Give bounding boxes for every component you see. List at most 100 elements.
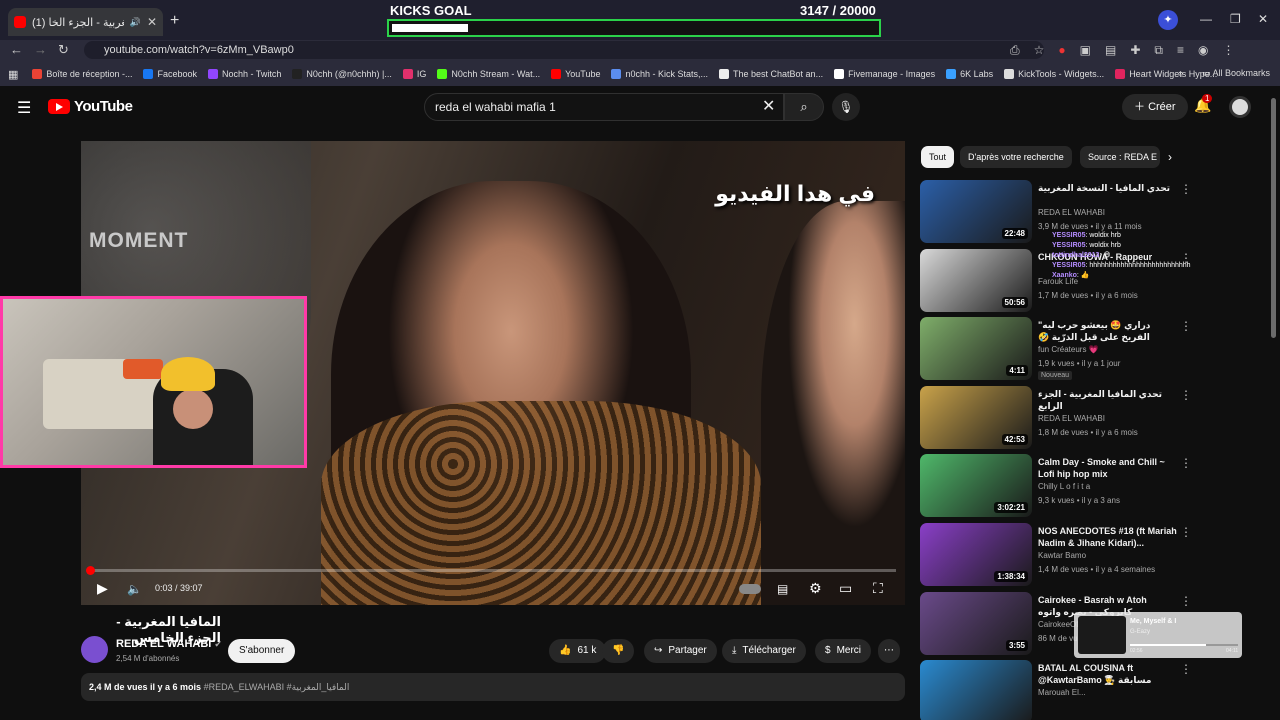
back-icon[interactable]: ← <box>10 42 23 57</box>
thanks-button[interactable]: $ Merci <box>815 639 872 663</box>
fullscreen-icon[interactable]: ⛶ <box>873 580 883 597</box>
more-options-icon[interactable]: ⋮ <box>1180 594 1192 608</box>
bookmark-item[interactable]: The best ChatBot an... <box>719 69 823 79</box>
recommended-video[interactable]: BATAL AL COUSINA ft @KawtarBamo 👨‍🍳 مساب… <box>920 660 1270 720</box>
url-field[interactable]: youtube.com/watch?v=6zMm_VBawp0 <box>84 41 1044 59</box>
account-avatar[interactable] <box>1229 96 1251 118</box>
video-thumbnail[interactable]: 4:11 <box>920 317 1032 381</box>
menu-icon[interactable]: ☰ <box>17 98 31 118</box>
close-tab-icon[interactable]: ✕ <box>147 15 157 29</box>
bookmark-item[interactable]: N0chh Stream - Wat... <box>437 69 540 79</box>
install-icon[interactable]: ⎙ <box>1010 43 1020 58</box>
recommended-video[interactable]: 3:02:21 Calm Day - Smoke and Chill ~ Lofi… <box>920 454 1270 518</box>
reload-icon[interactable]: ↻ <box>58 42 69 58</box>
filter-chip[interactable]: Source : REDA E <box>1080 146 1160 168</box>
subtitles-icon[interactable]: ▤ <box>777 582 788 596</box>
all-bookmarks[interactable]: » ▭ All Bookmarks <box>1178 68 1270 79</box>
puzzle-icon[interactable]: ✚ <box>1130 43 1140 58</box>
close-window-icon[interactable]: ✕ <box>1258 12 1268 26</box>
recommended-title[interactable]: تحدي المافيا المغربية - الجزء الرابع <box>1038 388 1178 412</box>
dislike-button[interactable]: 👎 <box>602 639 635 663</box>
bookmark-item[interactable]: IG <box>402 69 426 79</box>
settings-gear-icon[interactable]: ⚙ <box>809 580 822 597</box>
bookmark-item[interactable]: Boîte de réception -... <box>32 69 132 79</box>
filter-chip[interactable]: Tout <box>921 146 955 168</box>
forward-icon[interactable]: → <box>34 42 47 57</box>
video-thumbnail[interactable]: 1:38:34 <box>920 523 1032 586</box>
more-options-icon[interactable]: ⋮ <box>1180 182 1192 196</box>
video-thumbnail[interactable]: 42:53 <box>920 385 1032 449</box>
cast-icon[interactable]: ⧉ <box>1154 43 1163 58</box>
search-input[interactable]: reda el wahabi mafia 1 <box>424 93 784 121</box>
search-button[interactable]: ⌕ <box>784 93 824 121</box>
recommended-channel[interactable]: Chilly L o f i t a <box>1038 482 1090 491</box>
playlist-icon[interactable]: ≡ <box>1177 43 1184 58</box>
video-thumbnail[interactable]: 3:02:21 <box>920 454 1032 518</box>
bookmark-item[interactable]: Facebook <box>143 69 197 79</box>
menu-dots-icon[interactable]: ⋮ <box>1222 43 1234 58</box>
bookmark-item[interactable]: n0chh - Kick Stats,... <box>611 69 708 79</box>
video-thumbnail[interactable] <box>920 660 1032 720</box>
recommended-title[interactable]: "دراري 🤩 بيعشو حرب ليه الفريخ على قبل ال… <box>1038 319 1178 343</box>
apps-icon[interactable]: ▦ <box>8 68 18 81</box>
recommended-title[interactable]: تحدي المافيا - النسخة المغربية <box>1038 182 1178 194</box>
subscribe-button[interactable]: S'abonner <box>228 639 296 663</box>
video-thumbnail[interactable]: 3:55 <box>920 591 1032 655</box>
youtube-logo[interactable]: YouTube <box>48 98 133 115</box>
video-tags[interactable]: #REDA_ELWAHABI #المافيا_المغربية <box>204 682 350 692</box>
browser-tab[interactable]: (1) المافيا المغربية - الجزء الخا 🔊 ✕ <box>8 8 163 36</box>
recommended-channel[interactable]: REDA EL WAHABI <box>1038 414 1105 423</box>
bookmark-item[interactable]: Fivemanage - Images <box>834 69 935 79</box>
recommended-channel[interactable]: Kawtar Bamo <box>1038 551 1086 560</box>
channel-avatar[interactable] <box>81 636 108 663</box>
more-options-icon[interactable]: ⋮ <box>1180 388 1192 402</box>
extension-icon[interactable]: ▤ <box>1105 43 1116 58</box>
bookmark-star-icon[interactable]: ☆ <box>1034 43 1045 58</box>
recommended-channel[interactable]: fun Créateurs 💗 <box>1038 345 1099 354</box>
assistant-icon[interactable]: ✦ <box>1158 10 1178 30</box>
bookmark-item[interactable]: 6K Labs <box>946 69 993 79</box>
maximize-icon[interactable]: ❐ <box>1230 12 1241 26</box>
theater-mode-icon[interactable]: ▭ <box>839 580 852 597</box>
chips-next-chevron-icon[interactable]: › <box>1168 150 1172 164</box>
recommended-channel[interactable]: Marouah El... <box>1038 688 1086 697</box>
video-progress-bar[interactable] <box>90 569 896 572</box>
bookmark-item[interactable]: N0chh (@n0chhh) |... <box>292 69 392 79</box>
more-actions-button[interactable]: ⋯ <box>878 639 900 663</box>
recommended-title[interactable]: NOS ANECDOTES #18 (ft Mariah Nadim & Jih… <box>1038 525 1178 549</box>
play-icon[interactable]: ▶ <box>97 580 108 597</box>
scrubber-handle[interactable] <box>86 566 95 575</box>
autoplay-toggle[interactable] <box>739 584 761 594</box>
video-thumbnail[interactable]: 50:56 <box>920 248 1032 312</box>
filter-chip[interactable]: D'après votre recherche <box>960 146 1072 168</box>
like-button[interactable]: 👍 61 k <box>549 639 607 663</box>
new-tab-button[interactable]: + <box>170 12 179 30</box>
recommended-video[interactable]: 1:38:34 NOS ANECDOTES #18 (ft Mariah Nadi… <box>920 523 1270 587</box>
share-button[interactable]: ↪ Partager <box>644 639 717 663</box>
bookmark-item[interactable]: YouTube <box>551 69 600 79</box>
extension-red-icon[interactable]: ● <box>1058 43 1065 58</box>
more-options-icon[interactable]: ⋮ <box>1180 662 1192 676</box>
page-scrollbar-thumb[interactable] <box>1271 98 1276 338</box>
bookmark-item[interactable]: Nochh - Twitch <box>208 69 281 79</box>
recommended-video[interactable]: 42:53 تحدي المافيا المغربية - الجزء الراب… <box>920 385 1270 450</box>
more-options-icon[interactable]: ⋮ <box>1180 319 1192 333</box>
minimize-icon[interactable]: — <box>1200 12 1212 26</box>
recommended-video[interactable]: 4:11 "دراري 🤩 بيعشو حرب ليه الفريخ على قب… <box>920 317 1270 381</box>
voice-search-button[interactable]: 🎙 <box>832 93 860 121</box>
profile-icon[interactable]: ◉ <box>1198 43 1208 58</box>
download-button[interactable]: ⤓ Télécharger <box>722 639 806 663</box>
video-description-box[interactable]: 2,4 M de vues il y a 6 mois #REDA_ELWAHA… <box>81 673 905 701</box>
more-options-icon[interactable]: ⋮ <box>1180 525 1192 539</box>
recommended-title[interactable]: Calm Day - Smoke and Chill ~ Lofi hip ho… <box>1038 456 1178 480</box>
recommended-channel[interactable]: REDA EL WAHABI <box>1038 208 1105 217</box>
recommended-title[interactable]: BATAL AL COUSINA ft @KawtarBamo 👨‍🍳 مساب… <box>1038 662 1178 686</box>
clear-search-icon[interactable]: ✕ <box>762 96 775 116</box>
create-button[interactable]: ＋ Créer <box>1122 94 1188 120</box>
extension-icon[interactable]: ▣ <box>1080 43 1091 58</box>
more-options-icon[interactable]: ⋮ <box>1180 456 1192 470</box>
volume-icon[interactable]: 🔈 <box>127 582 142 596</box>
channel-name[interactable]: REDA EL WAHABI ✔ <box>116 638 222 650</box>
video-thumbnail[interactable]: 22:48 <box>920 180 1032 243</box>
bookmark-item[interactable]: KickTools - Widgets... <box>1004 69 1104 79</box>
